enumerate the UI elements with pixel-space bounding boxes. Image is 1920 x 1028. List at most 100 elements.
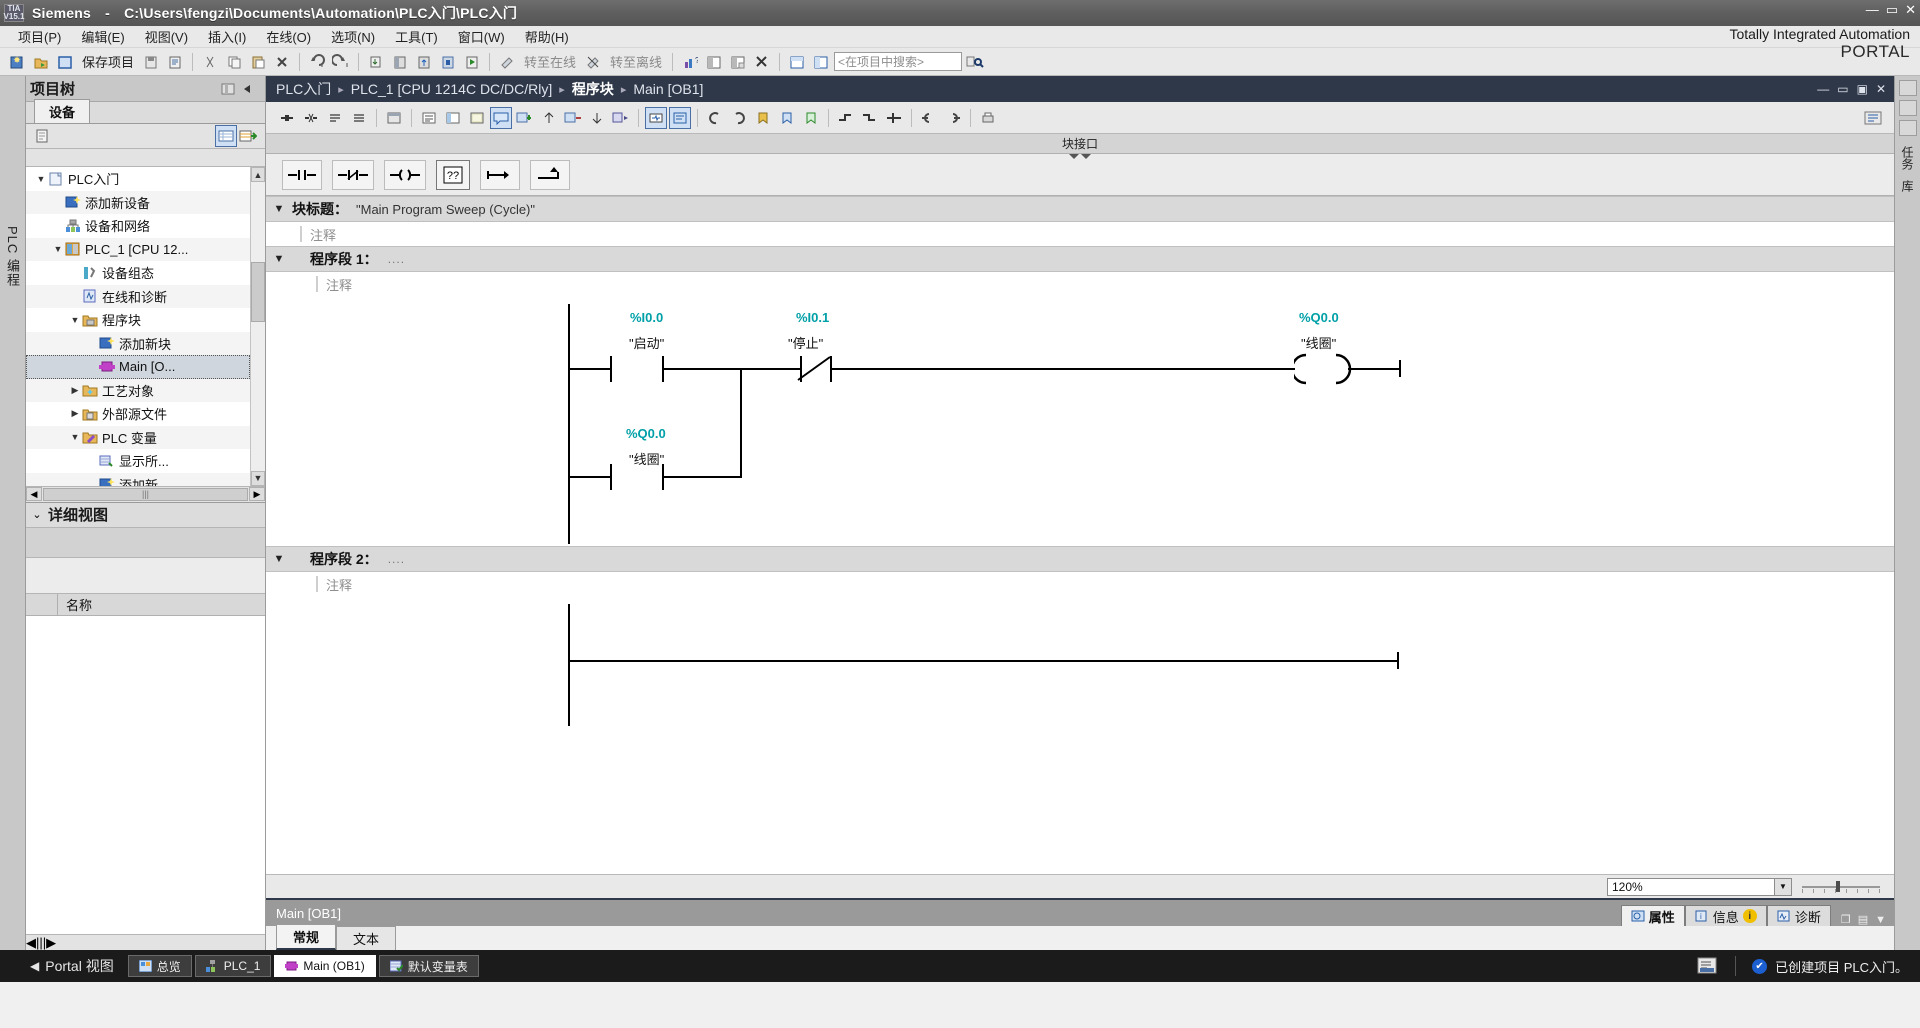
tree-item-3[interactable]: ▼ PLC_1 [CPU 12... [26, 237, 250, 261]
copy-icon[interactable] [223, 51, 245, 73]
scroll-down-arrow[interactable]: ▼ [251, 470, 265, 486]
go-offline-icon[interactable] [582, 51, 604, 73]
tree-item-6[interactable]: ▼ 程序块 [26, 308, 250, 332]
tree-expand-arrow-icon[interactable]: ▼ [68, 432, 82, 442]
editor-window-controls[interactable]: — ▭ ▣ ✕ [1817, 82, 1894, 96]
tree-item-13[interactable]: 添加新... [26, 472, 250, 486]
network-1-comment-text[interactable]: 注释 [326, 275, 352, 294]
save-icon[interactable] [140, 51, 162, 73]
network-comments-on-icon[interactable] [514, 107, 536, 129]
tree-item-4[interactable]: 设备组态 [26, 261, 250, 285]
tree-item-11[interactable]: ▼ PLC 变量 [26, 425, 250, 449]
go-online-button[interactable]: 转至在线 [520, 52, 580, 71]
network-2-comment-text[interactable]: 注释 [326, 575, 352, 594]
show-absolute-icon[interactable] [418, 107, 440, 129]
menu-item-online[interactable]: 在线(O) [256, 25, 321, 48]
detail-hscroll-left-arrow[interactable]: ◀ [26, 935, 36, 951]
maximize-button[interactable]: ▭ [1886, 2, 1898, 18]
element-1-address[interactable]: %I0.0 [630, 310, 663, 325]
undo-icon[interactable] [306, 51, 328, 73]
jump-to-prev-error-icon[interactable] [704, 107, 726, 129]
subtab-general[interactable]: 常规 [276, 924, 337, 950]
menu-item-view[interactable]: 视图(V) [135, 25, 198, 48]
tree-item-9[interactable]: ▶ 工艺对象 [26, 378, 250, 402]
tree-expand-arrow-icon[interactable]: ▼ [34, 174, 48, 184]
breadcrumb-item-project[interactable]: PLC入门 [276, 79, 331, 99]
go-online-icon[interactable] [496, 51, 518, 73]
network-2-rung[interactable] [266, 596, 1894, 726]
diagnose-icon[interactable]: ? [679, 51, 701, 73]
go-offline-button[interactable]: 转至离线 [606, 52, 666, 71]
print-preview-icon[interactable] [977, 107, 999, 129]
network-2-comment-row[interactable]: 注释 [266, 572, 1894, 596]
network-2-header[interactable]: ▼ 程序段 2： .... [266, 546, 1894, 572]
show-symbolic-icon[interactable] [442, 107, 464, 129]
block-comment-row[interactable]: 注释 [266, 222, 1894, 246]
taskbar-item-main-ob1[interactable]: Main (OB1) [274, 955, 376, 977]
bookmark-icon[interactable] [752, 107, 774, 129]
detail-view-header[interactable]: ⌄ 详细视图 [26, 501, 265, 528]
element-2-name[interactable]: "停止" [788, 333, 823, 352]
download-to-device-icon[interactable] [365, 51, 387, 73]
libraries-strip-label[interactable]: 库 [1899, 180, 1916, 192]
tree-item-2[interactable]: 设备和网络 [26, 214, 250, 238]
tree-collapse-arrow-icon[interactable]: ▶ [68, 408, 82, 419]
block-comment-text[interactable]: 注释 [310, 225, 336, 244]
collapse-all-icon[interactable] [324, 107, 346, 129]
hscroll-right-arrow[interactable]: ▶ [249, 487, 265, 501]
collapse-panel-icon[interactable] [241, 83, 255, 95]
network-overview-icon[interactable] [383, 107, 405, 129]
tree-item-1[interactable]: 添加新设备 [26, 190, 250, 214]
network-1-collapse-icon[interactable]: ▼ [266, 253, 292, 265]
close-button[interactable]: ✕ [1905, 2, 1916, 18]
taskbar-item-plc1[interactable]: PLC_1 [194, 955, 272, 977]
status-panel-icon[interactable] [1697, 957, 1719, 975]
show-all-icon[interactable] [215, 125, 237, 147]
network-1-header[interactable]: ▼ 程序段 1： .... [266, 246, 1894, 272]
element-4-name[interactable]: "线圈" [629, 449, 664, 468]
hscroll-left-arrow[interactable]: ◀ [26, 487, 42, 501]
menu-item-tools[interactable]: 工具(T) [385, 25, 448, 48]
properties-expand-button[interactable]: ▼ [1875, 914, 1886, 926]
properties-restore-button[interactable]: ❐ [1841, 913, 1851, 926]
network-2-collapse-icon[interactable]: ▼ [266, 553, 292, 565]
palette-contact-nc-button[interactable] [332, 159, 374, 190]
split-editor-horizontal-icon[interactable] [703, 51, 725, 73]
element-4-address[interactable]: %Q0.0 [626, 426, 666, 441]
breadcrumb-item-device[interactable]: PLC_1 [CPU 1214C DC/DC/Rly] [351, 81, 553, 97]
element-3-name[interactable]: "线圈" [1301, 333, 1336, 352]
menu-item-options[interactable]: 选项(N) [321, 25, 385, 48]
zoom-select[interactable]: 120% ▼ [1607, 877, 1792, 896]
network-comments-off-icon[interactable] [562, 107, 584, 129]
absolute-symbolic-toggle-icon[interactable] [669, 106, 691, 129]
palette-empty-box-button[interactable]: ?? [436, 159, 470, 190]
edit-list-icon[interactable] [32, 125, 54, 147]
tile-vertically-icon[interactable] [810, 51, 832, 73]
tree-item-5[interactable]: 在线和诊断 [26, 284, 250, 308]
detail-view-chevron-icon[interactable]: ⌄ [26, 508, 48, 521]
next-bookmark-icon[interactable] [776, 107, 798, 129]
clear-bookmarks-icon[interactable] [800, 107, 822, 129]
zoom-slider[interactable] [1802, 881, 1880, 893]
decrease-font-icon[interactable] [586, 107, 608, 129]
tree-item-12[interactable]: 显示所... [26, 449, 250, 473]
ladder-canvas[interactable]: ▼ 块标题： "Main Program Sweep (Cycle)" 注释 ▼… [266, 196, 1894, 874]
tree-item-8[interactable]: Main [O... [26, 355, 250, 379]
chevron-down-icon[interactable]: ▼ [1774, 878, 1791, 895]
tree-item-7[interactable]: 添加新块 [26, 331, 250, 355]
delete-network-icon[interactable] [300, 107, 322, 129]
split-editor-vertical-icon[interactable] [727, 51, 749, 73]
scroll-thumb[interactable] [251, 262, 265, 322]
coil-icon[interactable] [1294, 352, 1356, 386]
block-title-bar[interactable]: ▼ 块标题： "Main Program Sweep (Cycle)" [266, 196, 1894, 222]
show-both-icon[interactable] [466, 107, 488, 129]
editor-minimize-button[interactable]: — [1817, 82, 1829, 96]
palette-contact-no-button[interactable] [282, 159, 322, 190]
menu-item-project[interactable]: 项目(P) [8, 25, 71, 48]
hscroll-thumb[interactable]: ||| [43, 487, 248, 501]
testing-panel-icon[interactable] [1898, 80, 1917, 96]
portal-view-button[interactable]: ◀ Portal 视图 [0, 956, 128, 976]
start-simulation-icon[interactable] [437, 51, 459, 73]
breadcrumb-item-blocks[interactable]: 程序块 [572, 79, 614, 99]
jump-to-next-error-icon[interactable] [728, 107, 750, 129]
